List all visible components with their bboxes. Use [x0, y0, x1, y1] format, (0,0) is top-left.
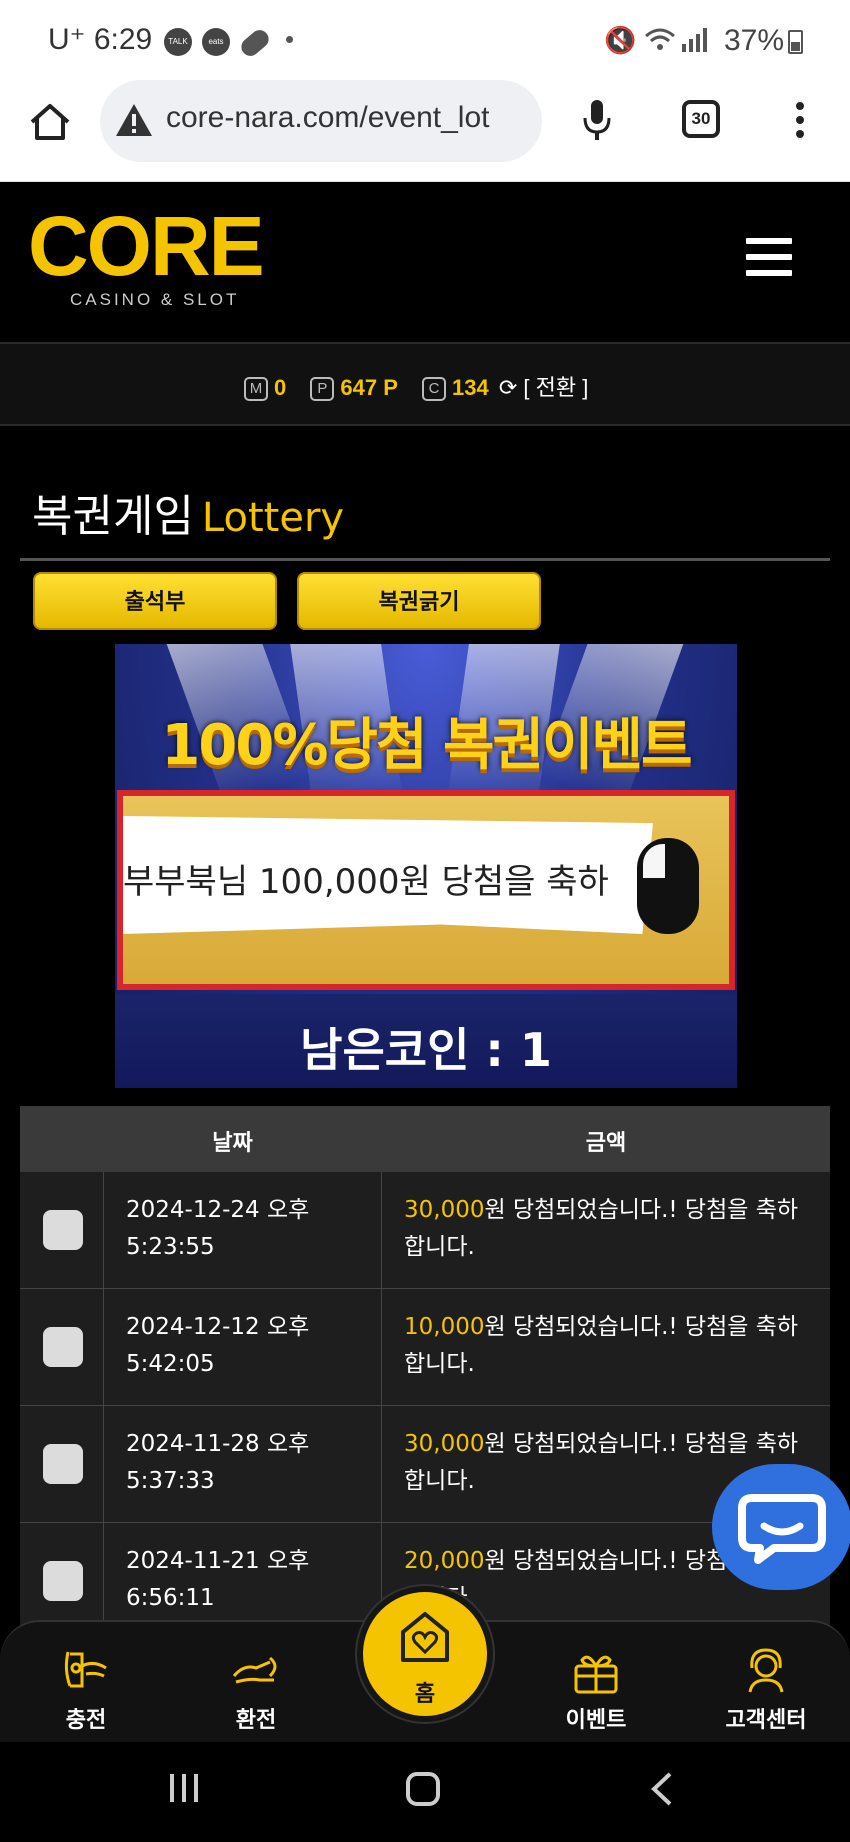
- nav-support[interactable]: 고객센터: [706, 1646, 826, 1734]
- row-date: 2024-12-12 오후 5:42:05: [104, 1289, 382, 1405]
- refresh-icon: ⟳: [498, 375, 518, 400]
- coin-balance: C 134: [422, 375, 489, 401]
- signal-icon: [682, 28, 707, 52]
- coupang-eats-icon: eats: [202, 28, 230, 56]
- system-navigation-bar: [0, 1742, 850, 1842]
- recent-apps-icon[interactable]: [166, 1770, 202, 1806]
- table-row: 2024-12-24 오후 5:23:55 30,000원 당첨되었습니다.! 당…: [20, 1172, 830, 1289]
- m-badge: M: [244, 377, 268, 401]
- nav-exchange[interactable]: 환전: [196, 1646, 316, 1734]
- withdraw-icon: [232, 1656, 277, 1684]
- row-amount: 10,000원 당첨되었습니다.! 당첨을 축하합니다.: [404, 1314, 799, 1377]
- url-text[interactable]: core-nara.com/event_lot: [166, 101, 490, 135]
- nav-event[interactable]: 이벤트: [536, 1646, 656, 1734]
- battery-percent: 37%: [723, 24, 784, 57]
- banner-headline: 100%당첨 복권이벤트: [161, 713, 692, 778]
- nav-charge[interactable]: 충전: [26, 1646, 146, 1734]
- row-checkbox[interactable]: [43, 1210, 83, 1250]
- url-bar[interactable]: core-nara.com/event_lot: [100, 80, 542, 162]
- logo-subtitle: CASINO & SLOT: [70, 290, 240, 309]
- row-checkbox[interactable]: [43, 1327, 83, 1367]
- points-bar: M0 P 647 P C 134 ⟳ [ 전환 ]: [0, 344, 850, 426]
- row-checkbox[interactable]: [43, 1561, 83, 1601]
- nav-home-label: 홈: [414, 1682, 436, 1707]
- home-icon[interactable]: [28, 100, 72, 144]
- gift-icon: [574, 1655, 618, 1694]
- lottery-banner: 100%당첨 복권이벤트 부부북님 100,000원 당첨을 축하 남은코인 :…: [115, 644, 737, 1088]
- nav-home[interactable]: 홈: [357, 1586, 493, 1722]
- more-options-icon[interactable]: [792, 102, 808, 144]
- core-logo[interactable]: CORE CASINO & SLOT: [28, 199, 288, 320]
- table-header: 날짜 금액: [20, 1106, 830, 1172]
- row-checkbox[interactable]: [43, 1444, 83, 1484]
- headset-icon: [748, 1648, 784, 1693]
- money-balance: M0: [244, 375, 286, 401]
- mouse-icon: [637, 838, 699, 934]
- row-amount: 30,000원 당첨되었습니다.! 당첨을 축하합니다.: [404, 1197, 799, 1260]
- browser-toolbar: core-nara.com/event_lot 30: [0, 80, 850, 182]
- scratch-result-text: 부부북님 100,000원 당첨을 축하: [123, 862, 609, 902]
- title-divider: [20, 558, 830, 561]
- c-badge: C: [422, 377, 446, 401]
- amount-column-header: 금액: [585, 1131, 627, 1156]
- table-row: 2024-11-28 오후 5:37:33 30,000원 당첨되었습니다.! 당…: [20, 1406, 830, 1523]
- status-time: U⁺ 6:29: [48, 23, 153, 56]
- p-badge: P: [310, 377, 335, 401]
- attendance-button[interactable]: 출석부: [33, 572, 277, 630]
- lottery-history-table: 날짜 금액 2024-12-24 오후 5:23:55 30,000원 당첨되었습…: [20, 1106, 830, 1640]
- wifi-icon: [645, 28, 675, 50]
- scratch-lottery-button[interactable]: 복권긁기: [297, 572, 541, 630]
- chat-icon: [738, 1494, 826, 1564]
- home-heart-icon: [401, 1612, 449, 1662]
- remaining-coins: 남은코인 : 1: [300, 1023, 552, 1077]
- logo-word: CORE: [28, 199, 265, 293]
- status-bar: U⁺ 6:29 TALK eats 🔇 37%: [0, 0, 850, 80]
- battery-icon: [788, 30, 803, 54]
- page-title: 복권게임 Lottery: [32, 491, 345, 542]
- notification-dot: [286, 36, 293, 43]
- scratch-card[interactable]: 부부북님 100,000원 당첨을 축하: [117, 790, 735, 990]
- kakao-talk-icon: TALK: [164, 28, 192, 56]
- deposit-icon: [64, 1651, 107, 1688]
- live-chat-button[interactable]: [712, 1464, 850, 1590]
- system-home-icon[interactable]: [404, 1770, 442, 1808]
- point-balance: P 647 P: [310, 375, 398, 401]
- mute-icon: 🔇: [604, 26, 637, 56]
- convert-button[interactable]: ⟳ [ 전환 ]: [499, 375, 589, 400]
- row-date: 2024-12-24 오후 5:23:55: [104, 1172, 382, 1288]
- back-icon[interactable]: [648, 1770, 676, 1808]
- table-row: 2024-12-12 오후 5:42:05 10,000원 당첨되었습니다.! 당…: [20, 1289, 830, 1406]
- hamburger-menu-icon[interactable]: [746, 238, 792, 286]
- tab-switcher-button[interactable]: 30: [682, 100, 720, 138]
- screen: { "status_bar": { "time": "U⁺ 6:29", "ap…: [0, 0, 850, 1842]
- site-header: CORE CASINO & SLOT: [0, 182, 850, 344]
- microphone-icon[interactable]: [582, 98, 612, 142]
- pill-icon: [237, 26, 273, 60]
- row-date: 2024-11-28 오후 5:37:33: [104, 1406, 382, 1522]
- warning-icon[interactable]: [114, 102, 154, 138]
